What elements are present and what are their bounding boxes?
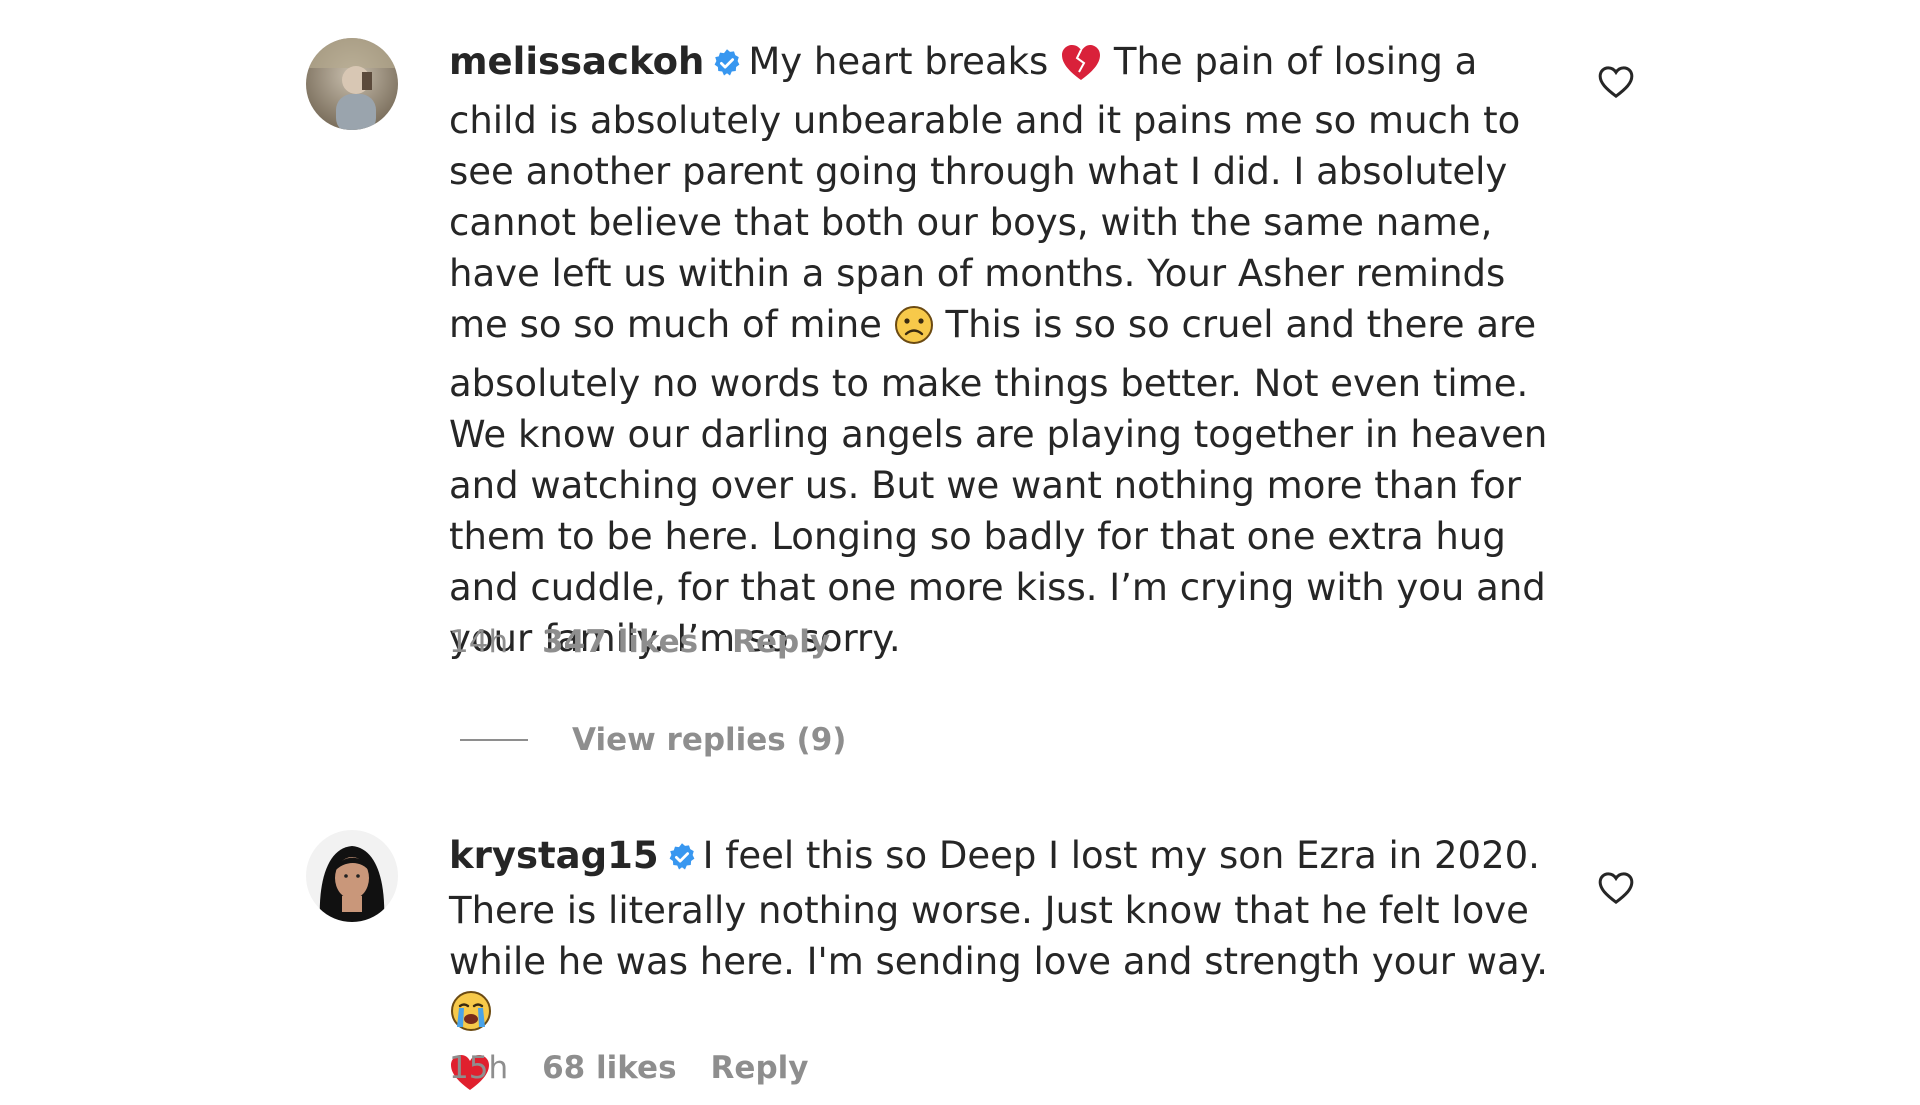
comment-likes[interactable]: 68 likes — [542, 1050, 676, 1086]
avatar-krystag15[interactable] — [306, 830, 398, 922]
like-comment-button[interactable] — [1596, 62, 1636, 102]
comment-text-part: The pain of losing a child is absolutely… — [449, 40, 1521, 346]
comment-text-block: melissackoh My heart breaks The pain of l… — [449, 36, 1569, 664]
comment-text-part: This is so so cruel and there are absolu… — [449, 303, 1548, 660]
username-link[interactable]: melissackoh — [449, 40, 704, 83]
reply-button[interactable]: Reply — [732, 624, 830, 660]
heart-outline-icon — [1598, 66, 1634, 99]
avatar-melissackoh[interactable] — [306, 38, 398, 130]
heart-outline-icon — [1598, 872, 1634, 905]
comment-meta: 14h 347 likes Reply — [449, 624, 830, 660]
reply-button[interactable]: Reply — [711, 1050, 809, 1086]
loudly-crying-face-icon — [449, 989, 493, 1046]
frowning-face-icon — [894, 305, 934, 358]
verified-badge-icon — [712, 40, 742, 91]
comment-time[interactable]: 15h — [449, 1050, 508, 1086]
view-replies-button[interactable]: View replies (9) — [460, 722, 846, 758]
broken-heart-icon — [1060, 44, 1102, 95]
verified-badge-icon — [667, 834, 697, 885]
view-replies-label: View replies (9) — [572, 722, 847, 758]
comment-meta: 15h 68 likes Reply — [449, 1050, 808, 1086]
comment-text-part: My heart breaks — [748, 40, 1049, 83]
comment-time[interactable]: 14h — [449, 624, 508, 660]
divider-line — [460, 739, 528, 741]
username-link[interactable]: krystag15 — [449, 834, 659, 877]
like-comment-button[interactable] — [1596, 868, 1636, 908]
comment-likes[interactable]: 347 likes — [542, 624, 698, 660]
